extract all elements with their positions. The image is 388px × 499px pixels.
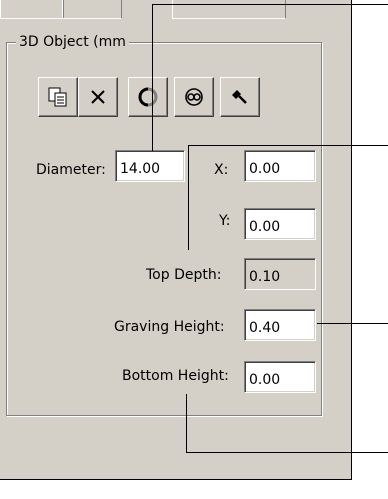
top-depth-label: Top Depth: <box>146 267 222 283</box>
link-button[interactable] <box>174 77 214 117</box>
hammer-icon <box>232 90 247 104</box>
callout-line-graving <box>317 323 388 324</box>
callout-line-depth-vertical <box>188 145 189 250</box>
graving-height-label: Graving Height: <box>114 319 225 335</box>
callout-line-bottom-horizontal <box>186 452 388 453</box>
copy-button[interactable] <box>38 77 78 117</box>
object-panel: 3D Object (mm Diameter: 14.00 X: 0.00 Y:… <box>0 0 352 480</box>
y-input[interactable] <box>244 208 316 240</box>
diameter-input[interactable] <box>115 150 185 182</box>
copy-icon <box>48 87 67 107</box>
delete-icon <box>91 90 105 104</box>
groupbox-title: 3D Object (mm <box>16 34 129 50</box>
hammer-button[interactable] <box>220 77 260 117</box>
diameter-label: Diameter: <box>36 162 106 178</box>
callout-line-bottom-vertical <box>186 394 187 453</box>
top-depth-input <box>244 258 316 290</box>
top-tab-strip <box>0 0 351 20</box>
tab-3[interactable] <box>172 0 286 19</box>
bottom-height-label: Bottom Height: <box>122 368 229 384</box>
callout-line-diameter-vertical <box>152 4 153 151</box>
x-label: X: <box>214 162 229 178</box>
tab-2[interactable] <box>62 0 122 19</box>
y-label: Y: <box>219 213 231 229</box>
callout-line-diameter-top <box>152 4 388 5</box>
bottom-height-input[interactable] <box>244 361 316 393</box>
graving-height-input[interactable] <box>244 309 316 341</box>
link-icon <box>185 88 203 106</box>
rotate-icon <box>138 87 158 107</box>
rotate-button[interactable] <box>128 77 168 117</box>
x-input[interactable] <box>244 150 316 182</box>
callout-line-depth-top <box>188 145 388 146</box>
tab-1[interactable] <box>0 0 64 19</box>
delete-button[interactable] <box>78 77 118 117</box>
